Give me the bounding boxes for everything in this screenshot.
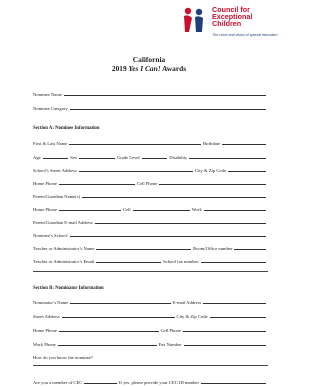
nominator-name-row: Nominator’s Name E-mail Address (33, 297, 268, 305)
logo-tagline: The voice and vision of special educatio… (212, 33, 278, 37)
admin-email-field[interactable] (96, 259, 162, 263)
section-a-heading: Section A: Nominee Information (33, 126, 100, 131)
guardian-cell-field[interactable] (132, 207, 190, 211)
section-b-heading: Section B: Nominator Information (33, 286, 104, 291)
school-fax-field[interactable] (201, 259, 267, 263)
home-cell-row: Home Phone Cell Phone (33, 178, 268, 186)
room-field[interactable] (234, 246, 266, 250)
nominator-street-row: Street Address City & Zip Code (33, 311, 268, 319)
city-zip-field[interactable] (227, 168, 267, 172)
guardian-names-field[interactable] (82, 194, 266, 198)
home-phone-field[interactable] (58, 181, 136, 185)
disability-field[interactable] (189, 155, 266, 159)
section-divider (33, 271, 268, 272)
nominator-email-field[interactable] (203, 300, 266, 304)
guardian-names-row: Parent/Guardian Name(s) (33, 191, 268, 199)
admin-name-field[interactable] (96, 246, 192, 250)
guardian-work-field[interactable] (203, 207, 266, 211)
age-row: Age Sex Grade Level Disability (33, 152, 268, 160)
nominee-name-row: Nominee Name (33, 89, 268, 97)
cec-member-field[interactable] (84, 380, 117, 384)
nominator-work-phone-field[interactable] (57, 342, 157, 346)
cell-phone-field[interactable] (159, 181, 266, 185)
cec-member-row: Are you a member of CEC If yes, please p… (33, 377, 268, 385)
how-know-field[interactable] (33, 365, 268, 366)
first-last-row: First & Last Name Birthdate (33, 138, 268, 146)
page-subtitle: 2019 Yes I Can! Awards (111, 64, 187, 73)
nominator-city-zip-field[interactable] (209, 314, 266, 318)
nominator-street-field[interactable] (61, 314, 175, 318)
school-address-row: School’s Street Address City & Zip Code (33, 165, 268, 173)
nominee-name-field[interactable] (63, 92, 266, 96)
sex-field[interactable] (79, 155, 115, 159)
school-address-field[interactable] (78, 168, 193, 172)
cec-logo: Council for Exceptional Children The voi… (182, 6, 294, 40)
guardian-home-phone-field[interactable] (58, 207, 122, 211)
nominator-cell-phone-field[interactable] (182, 328, 266, 332)
first-last-field[interactable] (69, 141, 201, 145)
admin-email-row: Teacher or Administrator’s Email School … (33, 256, 268, 264)
nominator-phone-row: Home Phone Cell Phone (33, 325, 268, 333)
nominee-category-row: Nominee Category (33, 103, 268, 111)
admin-name-row: Teacher or Administrator’s Name Room/Off… (33, 243, 268, 251)
cec-id-field[interactable] (201, 380, 266, 384)
guardian-email-field[interactable] (94, 220, 266, 224)
cec-logo-icon (184, 7, 203, 33)
nominee-school-row: Nominee’s School: (33, 230, 268, 238)
page-title: California (132, 55, 166, 64)
guardian-email-row: Parent/Guardian E-mail Address (33, 217, 268, 225)
nominee-school-field[interactable] (70, 233, 266, 237)
guardian-phones-row: Home Phone Cell Work (33, 204, 268, 212)
age-field[interactable] (42, 155, 69, 159)
how-know-row: How do you know the nominee? (33, 355, 93, 360)
nominator-home-phone-field[interactable] (58, 328, 159, 332)
nominator-fax-field[interactable] (183, 342, 266, 346)
grade-field[interactable] (141, 155, 168, 159)
logo-title: Council for Exceptional Children (212, 5, 253, 28)
nominee-category-field[interactable] (69, 106, 266, 110)
nominator-name-field[interactable] (70, 300, 171, 304)
nominator-work-row: Work Phone Fax Number (33, 339, 268, 347)
birthdate-field[interactable] (222, 141, 266, 145)
